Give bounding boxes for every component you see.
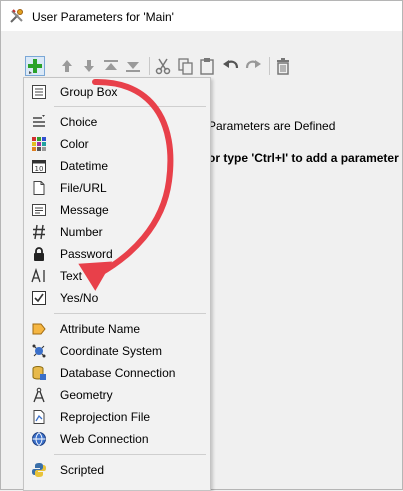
- menu-label: Reprojection File: [60, 410, 151, 424]
- move-top-button[interactable]: [101, 56, 121, 76]
- attribute-tag-icon: [31, 321, 47, 337]
- delete-icon: [273, 56, 293, 76]
- undo-button[interactable]: [221, 56, 241, 76]
- move-bottom-button[interactable]: [123, 56, 143, 76]
- menu-separator: [54, 313, 206, 314]
- empty-parameters-message: Parameters are Defined: [208, 119, 336, 133]
- svg-text:10: 10: [35, 165, 44, 173]
- checkbox-icon: [31, 290, 47, 306]
- coordinate-system-icon: [31, 343, 47, 359]
- menu-label: Group Box: [60, 85, 118, 99]
- add-parameter-menu: Group Box Choice Color 10 Datetime File/…: [23, 77, 211, 491]
- menu-label: Attribute Name: [60, 322, 141, 336]
- paste-icon: [197, 56, 217, 76]
- group-box-icon: [31, 84, 47, 100]
- tools-icon: [9, 8, 25, 24]
- menu-item-password[interactable]: Password: [25, 243, 209, 265]
- menu-item-scripted[interactable]: Scripted: [25, 459, 209, 481]
- menu-label: Scripted: [60, 463, 105, 477]
- cut-button[interactable]: [153, 56, 173, 76]
- menu-item-text[interactable]: Text: [25, 265, 209, 287]
- menu-label: File/URL: [60, 181, 107, 195]
- reprojection-file-icon: [31, 409, 47, 425]
- text-cursor-icon: [31, 268, 47, 284]
- menu-item-database-connection[interactable]: Database Connection: [25, 362, 209, 384]
- paste-button[interactable]: [197, 56, 217, 76]
- menu-label: Color: [60, 137, 89, 151]
- move-top-icon: [101, 56, 121, 76]
- menu-label: Message: [60, 203, 109, 217]
- menu-item-choice[interactable]: Choice: [25, 111, 209, 133]
- toolbar: [25, 56, 305, 76]
- menu-label: Web Connection: [60, 432, 149, 446]
- add-icon: [26, 57, 44, 75]
- dialog-window: User Parameters for 'Main' Parameters ar…: [0, 0, 403, 491]
- file-icon: [31, 180, 47, 196]
- menu-label: Coordinate System: [60, 344, 163, 358]
- redo-button[interactable]: [243, 56, 263, 76]
- cut-icon: [153, 56, 173, 76]
- menu-label: Number: [60, 225, 103, 239]
- menu-item-file-url[interactable]: File/URL: [25, 177, 209, 199]
- choice-icon: [31, 114, 47, 130]
- menu-item-group-box[interactable]: Group Box: [25, 81, 209, 103]
- move-up-button[interactable]: [57, 56, 77, 76]
- copy-button[interactable]: [175, 56, 195, 76]
- arrow-down-icon: [79, 56, 99, 76]
- menu-item-geometry[interactable]: Geometry: [25, 384, 209, 406]
- toolbar-separator: [269, 57, 270, 75]
- menu-item-web-connection[interactable]: Web Connection: [25, 428, 209, 450]
- menu-item-coordinate-system[interactable]: Coordinate System: [25, 340, 209, 362]
- menu-item-reprojection-file[interactable]: Reprojection File: [25, 406, 209, 428]
- menu-label: Datetime: [60, 159, 109, 173]
- redo-icon: [243, 56, 263, 76]
- calendar-icon: 10: [31, 158, 47, 174]
- menu-item-message[interactable]: Message: [25, 199, 209, 221]
- color-palette-icon: [31, 136, 47, 152]
- menu-label: Choice: [60, 115, 98, 129]
- add-parameter-button[interactable]: [25, 56, 45, 76]
- menu-label: Geometry: [60, 388, 113, 402]
- move-down-button[interactable]: [79, 56, 99, 76]
- menu-separator: [54, 454, 206, 455]
- globe-icon: [31, 431, 47, 447]
- delete-button[interactable]: [273, 56, 293, 76]
- undo-icon: [221, 56, 241, 76]
- title-bar: User Parameters for 'Main': [1, 1, 402, 31]
- menu-label: Database Connection: [60, 366, 176, 380]
- menu-item-yes-no[interactable]: Yes/No: [25, 287, 209, 309]
- window-title: User Parameters for 'Main': [32, 10, 174, 24]
- add-parameter-hint: or type 'Ctrl+I' to add a parameter: [208, 151, 399, 165]
- message-icon: [31, 202, 47, 218]
- database-icon: [31, 365, 47, 381]
- menu-label: Password: [60, 247, 113, 261]
- menu-label: Text: [60, 269, 83, 283]
- menu-item-number[interactable]: Number: [25, 221, 209, 243]
- menu-separator: [54, 106, 206, 107]
- toolbar-separator: [149, 57, 150, 75]
- python-icon: [31, 462, 47, 478]
- hash-icon: [31, 224, 47, 240]
- menu-item-datetime[interactable]: 10 Datetime: [25, 155, 209, 177]
- copy-icon: [175, 56, 195, 76]
- arrow-up-icon: [57, 56, 77, 76]
- menu-label: Yes/No: [60, 291, 99, 305]
- menu-item-color[interactable]: Color: [25, 133, 209, 155]
- compass-icon: [31, 387, 47, 403]
- lock-icon: [31, 246, 47, 262]
- menu-item-attribute-name[interactable]: Attribute Name: [25, 318, 209, 340]
- move-bottom-icon: [123, 56, 143, 76]
